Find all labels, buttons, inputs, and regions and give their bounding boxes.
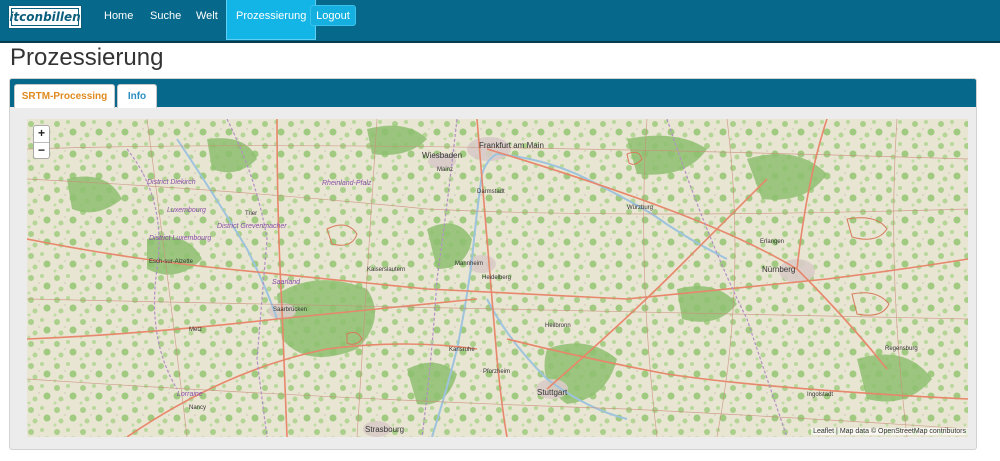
tab-info[interactable]: Info [117, 84, 157, 108]
city-trier: Trier [245, 211, 258, 217]
region-diekirch: District Diekirch [147, 179, 196, 186]
map-attribution[interactable]: Leaflet | Map data © OpenStreetMap contr… [811, 428, 968, 435]
city-ingolstadt: Ingolstadt [807, 392, 834, 398]
city-frankfurt: Frankfurt am Main [479, 141, 544, 150]
city-pforzheim: Pforzheim [483, 369, 511, 375]
city-saarbruecken: Saarbrücken [273, 307, 308, 313]
region-district-luxembourg: District Luxembourg [149, 235, 212, 242]
region-rheinland-pfalz: Rheinland-Pfalz [322, 180, 372, 187]
zoom-control: + − [33, 125, 50, 159]
logout-button[interactable]: Logout [310, 5, 356, 26]
city-strasbourg: Strasbourg [365, 425, 405, 434]
city-stuttgart: Stuttgart [537, 388, 568, 397]
page-title: Prozessierung [10, 44, 164, 71]
zoom-out-button[interactable]: − [34, 143, 49, 159]
city-metz: Metz [189, 327, 203, 333]
logo-text: itconbillen [9, 10, 81, 24]
city-esch: Esch-sur-Alzette [149, 259, 194, 265]
city-kaiserslautern: Kaiserslautern [367, 267, 406, 273]
nav-welt[interactable]: Welt [196, 0, 218, 41]
city-wiesbaden: Wiesbaden [422, 151, 463, 160]
nav-home[interactable]: Home [104, 0, 133, 41]
zoom-in-button[interactable]: + [34, 126, 49, 142]
region-luxembourg: Luxembourg [167, 207, 206, 214]
map[interactable]: Frankfurt am Main Wiesbaden Mainz Darmst… [27, 119, 968, 437]
city-nuernberg: Nürnberg [762, 265, 796, 274]
city-karlsruhe: Karlsruhe [449, 347, 475, 353]
city-wuerzburg: Würzburg [627, 205, 654, 211]
logo[interactable]: itconbillen [8, 5, 82, 29]
city-nancy: Nancy [189, 405, 207, 411]
city-erlangen: Erlangen [760, 239, 785, 245]
city-mainz: Mainz [437, 167, 454, 173]
city-heidelberg: Heidelberg [482, 275, 512, 281]
city-regensburg: Regensburg [885, 346, 918, 352]
nav-suche[interactable]: Suche [150, 0, 181, 41]
tab-srtm-processing[interactable]: SRTM-Processing [14, 84, 115, 108]
region-lorraine: Lorraine [177, 391, 203, 398]
city-heilbronn: Heilbronn [545, 323, 571, 329]
nav-prozessierung[interactable]: Prozessierung [226, 0, 317, 40]
region-grevenmacher: District Grevenmacher [217, 223, 287, 230]
region-saarland: Saarland [272, 279, 301, 286]
city-darmstadt: Darmstadt [477, 189, 505, 195]
city-mannheim: Mannheim [455, 261, 484, 267]
